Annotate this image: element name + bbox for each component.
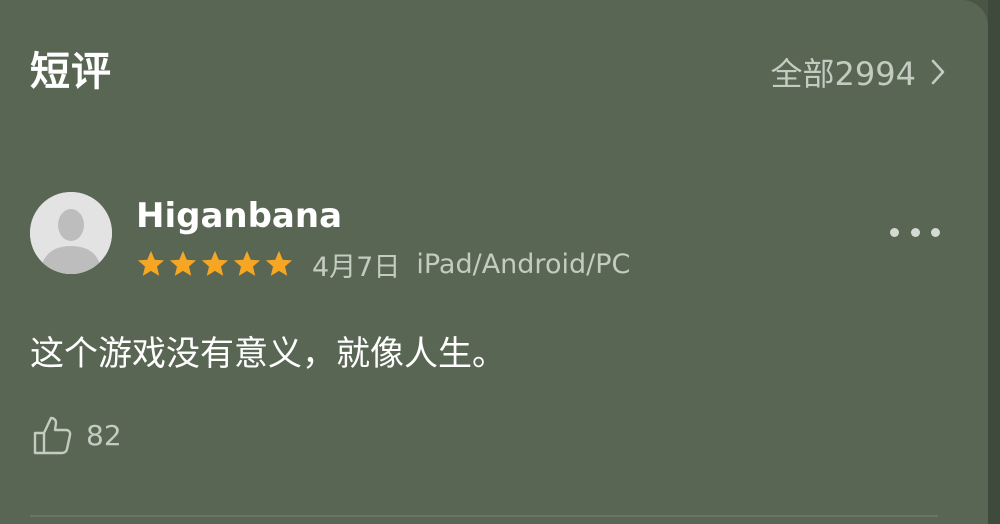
avatar[interactable] <box>30 192 112 274</box>
like-count: 82 <box>86 418 122 452</box>
star-icon <box>137 250 165 276</box>
view-all-label: 全部2994 <box>770 55 916 93</box>
page-edge <box>988 0 1000 524</box>
review-username[interactable]: Higanbana <box>136 194 342 238</box>
star-icon <box>265 250 293 276</box>
thumbs-up-icon <box>33 416 72 455</box>
star-icon <box>233 250 261 276</box>
review-content: 这个游戏没有意义，就像人生。 <box>30 334 506 374</box>
like-button[interactable]: 82 <box>32 410 122 460</box>
more-options-button[interactable] <box>890 218 940 246</box>
default-avatar-icon <box>30 192 112 274</box>
section-title: 短评 <box>30 49 112 95</box>
more-dots-icon <box>910 227 920 237</box>
star-icon <box>169 250 197 276</box>
star-icon <box>201 250 229 276</box>
chevron-right-icon <box>931 59 945 85</box>
review-device: iPad/Android/PC <box>416 248 631 280</box>
rating-stars <box>136 249 294 279</box>
reviews-card: 短评 全部2994 Higanbana 4月7日 iPad/Android/PC… <box>0 0 988 524</box>
view-all-reviews-link[interactable]: 全部2994 <box>770 52 946 93</box>
review-date: 4月7日 <box>312 251 401 283</box>
review-meta: 4月7日 iPad/Android/PC <box>136 246 631 283</box>
more-dots-icon <box>931 227 940 237</box>
divider <box>30 515 938 517</box>
more-dots-icon <box>890 227 899 237</box>
